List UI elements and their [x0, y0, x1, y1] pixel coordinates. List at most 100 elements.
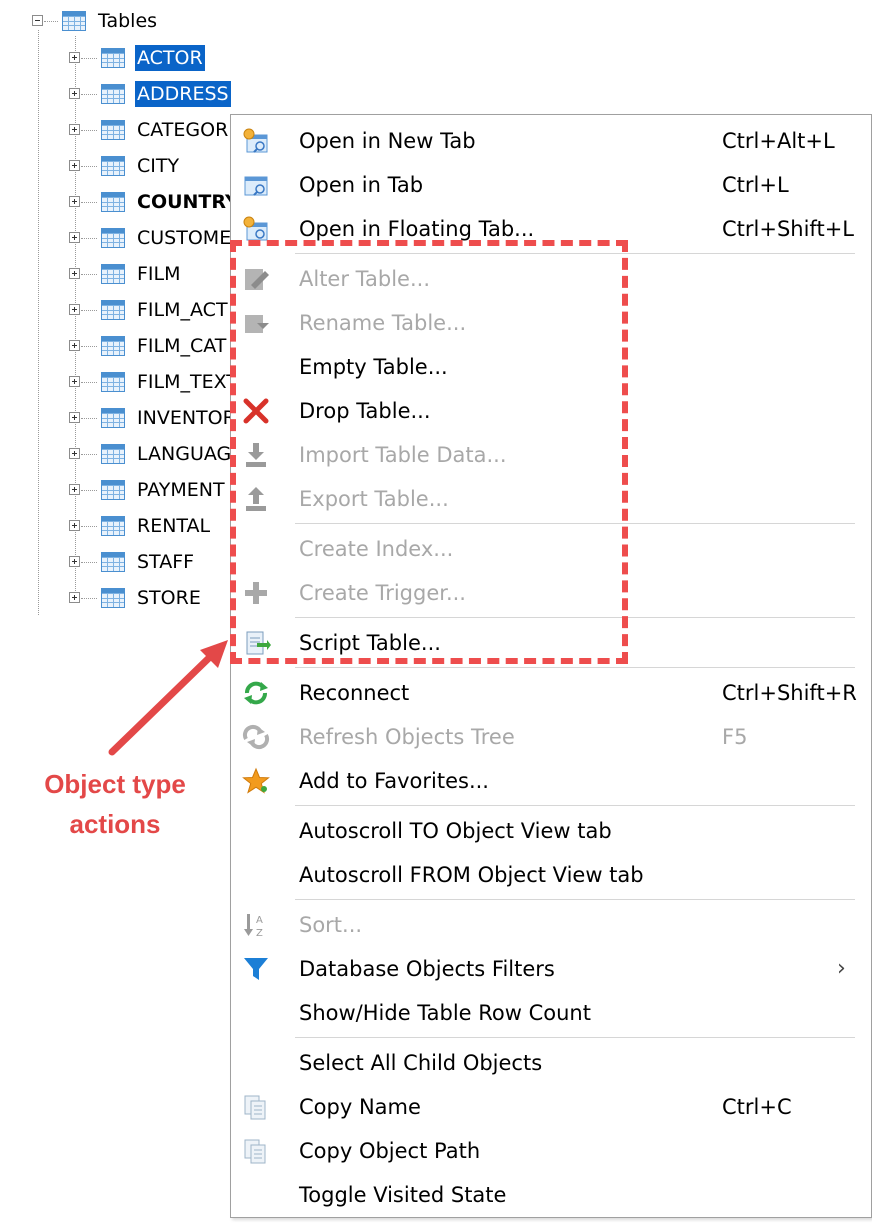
- menu-item-sort[interactable]: AZ Sort...: [231, 905, 871, 945]
- tree-connector: [81, 418, 97, 419]
- menu-item-refresh-objects-tree[interactable]: Refresh Objects Tree F5: [231, 717, 871, 757]
- tree-item-category[interactable]: CATEGOR: [135, 117, 230, 143]
- tree-item-staff[interactable]: STAFF: [135, 549, 196, 575]
- expand-toggle-icon[interactable]: [69, 160, 80, 171]
- table-icon: [101, 300, 125, 320]
- annotation-callout: Object type actions: [20, 764, 210, 844]
- copy-icon: [241, 1093, 271, 1121]
- menu-item-label: Open in New Tab: [299, 129, 476, 153]
- object-tree: Tables ACTOR ADDRESS CATEGOR CITY COUNTR…: [0, 0, 243, 640]
- menu-item-shortcut: Ctrl+Shift+R: [722, 681, 857, 705]
- table-icon: [101, 372, 125, 392]
- menu-item-drop-table[interactable]: Drop Table...: [231, 391, 871, 431]
- table-icon: [101, 480, 125, 500]
- table-icon: [101, 264, 125, 284]
- menu-item-label: Rename Table...: [299, 311, 467, 335]
- tree-item-film-text[interactable]: FILM_TEXT: [135, 369, 240, 395]
- tables-folder-icon: [62, 11, 86, 31]
- menu-item-label: Select All Child Objects: [299, 1051, 543, 1075]
- menu-item-shortcut: Ctrl+L: [722, 173, 789, 197]
- tree-item-film-actor[interactable]: FILM_ACT: [135, 297, 230, 323]
- menu-item-toggle-visited-state[interactable]: Toggle Visited State: [231, 1175, 871, 1215]
- menu-item-autoscroll-from[interactable]: Autoscroll FROM Object View tab: [231, 855, 871, 895]
- table-icon: [101, 516, 125, 536]
- menu-item-import-table-data[interactable]: Import Table Data...: [231, 435, 871, 475]
- menu-item-alter-table[interactable]: Alter Table...: [231, 259, 871, 299]
- menu-separator: [295, 899, 855, 900]
- tree-root-guide: [38, 30, 39, 615]
- tree-item-country[interactable]: COUNTRY: [135, 189, 241, 215]
- tree-connector: [81, 166, 97, 167]
- expand-toggle-icon[interactable]: [69, 556, 80, 567]
- menu-item-open-floating-tab[interactable]: Open in Floating Tab... Ctrl+Shift+L: [231, 209, 871, 249]
- rename-table-icon: [241, 309, 271, 337]
- tree-connector: [81, 202, 97, 203]
- tree-item-payment[interactable]: PAYMENT: [135, 477, 227, 503]
- tree-connector: [81, 346, 97, 347]
- expand-toggle-icon[interactable]: [69, 196, 80, 207]
- menu-item-copy-object-path[interactable]: Copy Object Path: [231, 1131, 871, 1171]
- tree-item-actor[interactable]: ACTOR: [135, 45, 205, 71]
- menu-item-label: Database Objects Filters: [299, 957, 555, 981]
- menu-item-autoscroll-to[interactable]: Autoscroll TO Object View tab: [231, 811, 871, 851]
- export-icon: [241, 485, 271, 513]
- tree-item-city[interactable]: CITY: [135, 153, 181, 179]
- menu-item-script-table[interactable]: Script Table...: [231, 623, 871, 663]
- copy-icon: [241, 1137, 271, 1165]
- tree-item-film[interactable]: FILM: [135, 261, 183, 287]
- expand-toggle-icon[interactable]: [69, 232, 80, 243]
- menu-item-open-new-tab[interactable]: Open in New Tab Ctrl+Alt+L: [231, 121, 871, 161]
- tree-item-store[interactable]: STORE: [135, 585, 203, 611]
- tree-root-tables[interactable]: Tables: [96, 8, 159, 34]
- table-icon: [101, 444, 125, 464]
- menu-item-create-index[interactable]: Create Index...: [231, 529, 871, 569]
- menu-item-reconnect[interactable]: Reconnect Ctrl+Shift+R: [231, 673, 871, 713]
- menu-item-show-hide-row-count[interactable]: Show/Hide Table Row Count: [231, 993, 871, 1033]
- menu-item-label: Create Index...: [299, 537, 454, 561]
- tree-item-customer[interactable]: CUSTOME: [135, 225, 233, 251]
- expand-toggle-icon[interactable]: [69, 52, 80, 63]
- expand-toggle-icon[interactable]: [69, 124, 80, 135]
- menu-item-label: Sort...: [299, 913, 363, 937]
- menu-item-add-to-favorites[interactable]: Add to Favorites...: [231, 761, 871, 801]
- expand-toggle-icon[interactable]: [69, 88, 80, 99]
- open-floating-tab-icon: [241, 215, 271, 243]
- menu-item-copy-name[interactable]: Copy Name Ctrl+C: [231, 1087, 871, 1127]
- menu-item-empty-table[interactable]: Empty Table...: [231, 347, 871, 387]
- svg-text:Z: Z: [256, 928, 263, 939]
- menu-item-shortcut: Ctrl+Alt+L: [722, 129, 835, 153]
- menu-item-export-table[interactable]: Export Table...: [231, 479, 871, 519]
- tree-item-language[interactable]: LANGUAGE: [135, 441, 245, 467]
- filter-icon: [241, 955, 271, 983]
- expand-toggle-icon[interactable]: [69, 412, 80, 423]
- table-icon: [101, 120, 125, 140]
- table-icon: [101, 408, 125, 428]
- menu-item-database-objects-filters[interactable]: Database Objects Filters ›: [231, 949, 871, 989]
- tree-item-address[interactable]: ADDRESS: [135, 81, 231, 107]
- tree-item-inventory[interactable]: INVENTOR: [135, 405, 238, 431]
- context-menu: Open in New Tab Ctrl+Alt+L Open in Tab C…: [230, 114, 872, 1218]
- menu-item-select-all-child-objects[interactable]: Select All Child Objects: [231, 1043, 871, 1083]
- menu-item-rename-table[interactable]: Rename Table...: [231, 303, 871, 343]
- svg-text:A: A: [256, 915, 263, 926]
- tree-item-rental[interactable]: RENTAL: [135, 513, 212, 539]
- expand-toggle-icon[interactable]: [69, 520, 80, 531]
- expand-toggle-icon[interactable]: [69, 484, 80, 495]
- chevron-right-icon: ›: [837, 956, 846, 981]
- expand-toggle-icon[interactable]: [69, 340, 80, 351]
- expand-toggle-icon[interactable]: [69, 592, 80, 603]
- collapse-toggle-icon[interactable]: [32, 15, 43, 26]
- expand-toggle-icon[interactable]: [69, 268, 80, 279]
- alter-table-icon: [241, 265, 271, 293]
- menu-item-create-trigger[interactable]: Create Trigger...: [231, 573, 871, 613]
- expand-toggle-icon[interactable]: [69, 448, 80, 459]
- expand-toggle-icon[interactable]: [69, 304, 80, 315]
- tree-item-film-category[interactable]: FILM_CAT: [135, 333, 228, 359]
- menu-item-label: Open in Tab: [299, 173, 424, 197]
- refresh-icon: [241, 723, 271, 751]
- open-tab-icon: [241, 171, 271, 199]
- expand-toggle-icon[interactable]: [69, 376, 80, 387]
- tree-connector: [81, 598, 97, 599]
- menu-item-open-tab[interactable]: Open in Tab Ctrl+L: [231, 165, 871, 205]
- menu-item-label: Open in Floating Tab...: [299, 217, 535, 241]
